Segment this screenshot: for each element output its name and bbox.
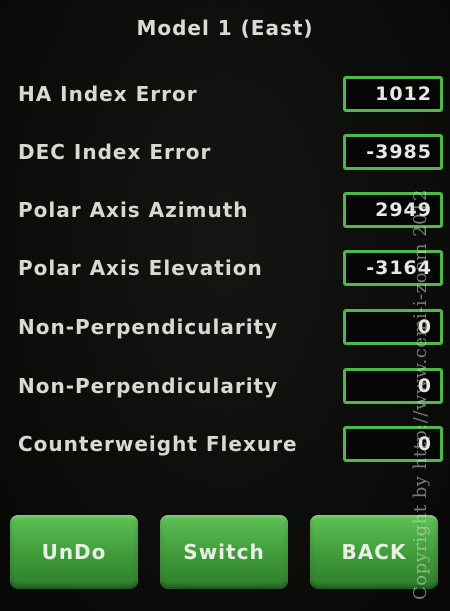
row-dec-index-error: DEC Index Error -3985 bbox=[0, 132, 450, 172]
copyright-watermark: Copyright by http://www.cemi-i-zoom 2012 bbox=[410, 189, 431, 600]
switch-button[interactable]: Switch bbox=[160, 515, 288, 589]
page-title: Model 1 (East) bbox=[136, 16, 314, 40]
non-perpendicularity-2-label: Non-Perpendicularity bbox=[18, 374, 279, 398]
ha-index-error-field[interactable]: 1012 bbox=[343, 76, 443, 112]
non-perpendicularity-1-label: Non-Perpendicularity bbox=[18, 315, 279, 339]
row-ha-index-error: HA Index Error 1012 bbox=[0, 74, 450, 114]
undo-button[interactable]: UnDo bbox=[10, 515, 138, 589]
row-non-perpendicularity-1: Non-Perpendicularity 0 bbox=[0, 307, 450, 347]
dec-index-error-field[interactable]: -3985 bbox=[343, 134, 443, 170]
row-polar-axis-elevation: Polar Axis Elevation -3164 bbox=[0, 248, 450, 288]
row-polar-axis-azimuth: Polar Axis Azimuth 2949 bbox=[0, 190, 450, 230]
dec-index-error-label: DEC Index Error bbox=[18, 140, 212, 164]
row-non-perpendicularity-2: Non-Perpendicularity 0 bbox=[0, 366, 450, 406]
counterweight-flexure-label: Counterweight Flexure bbox=[18, 432, 298, 456]
ha-index-error-label: HA Index Error bbox=[18, 82, 198, 106]
model-screen: Model 1 (East) HA Index Error 1012 DEC I… bbox=[0, 0, 450, 611]
polar-axis-elevation-label: Polar Axis Elevation bbox=[18, 256, 263, 280]
polar-axis-azimuth-label: Polar Axis Azimuth bbox=[18, 198, 249, 222]
row-counterweight-flexure: Counterweight Flexure 0 bbox=[0, 424, 450, 464]
